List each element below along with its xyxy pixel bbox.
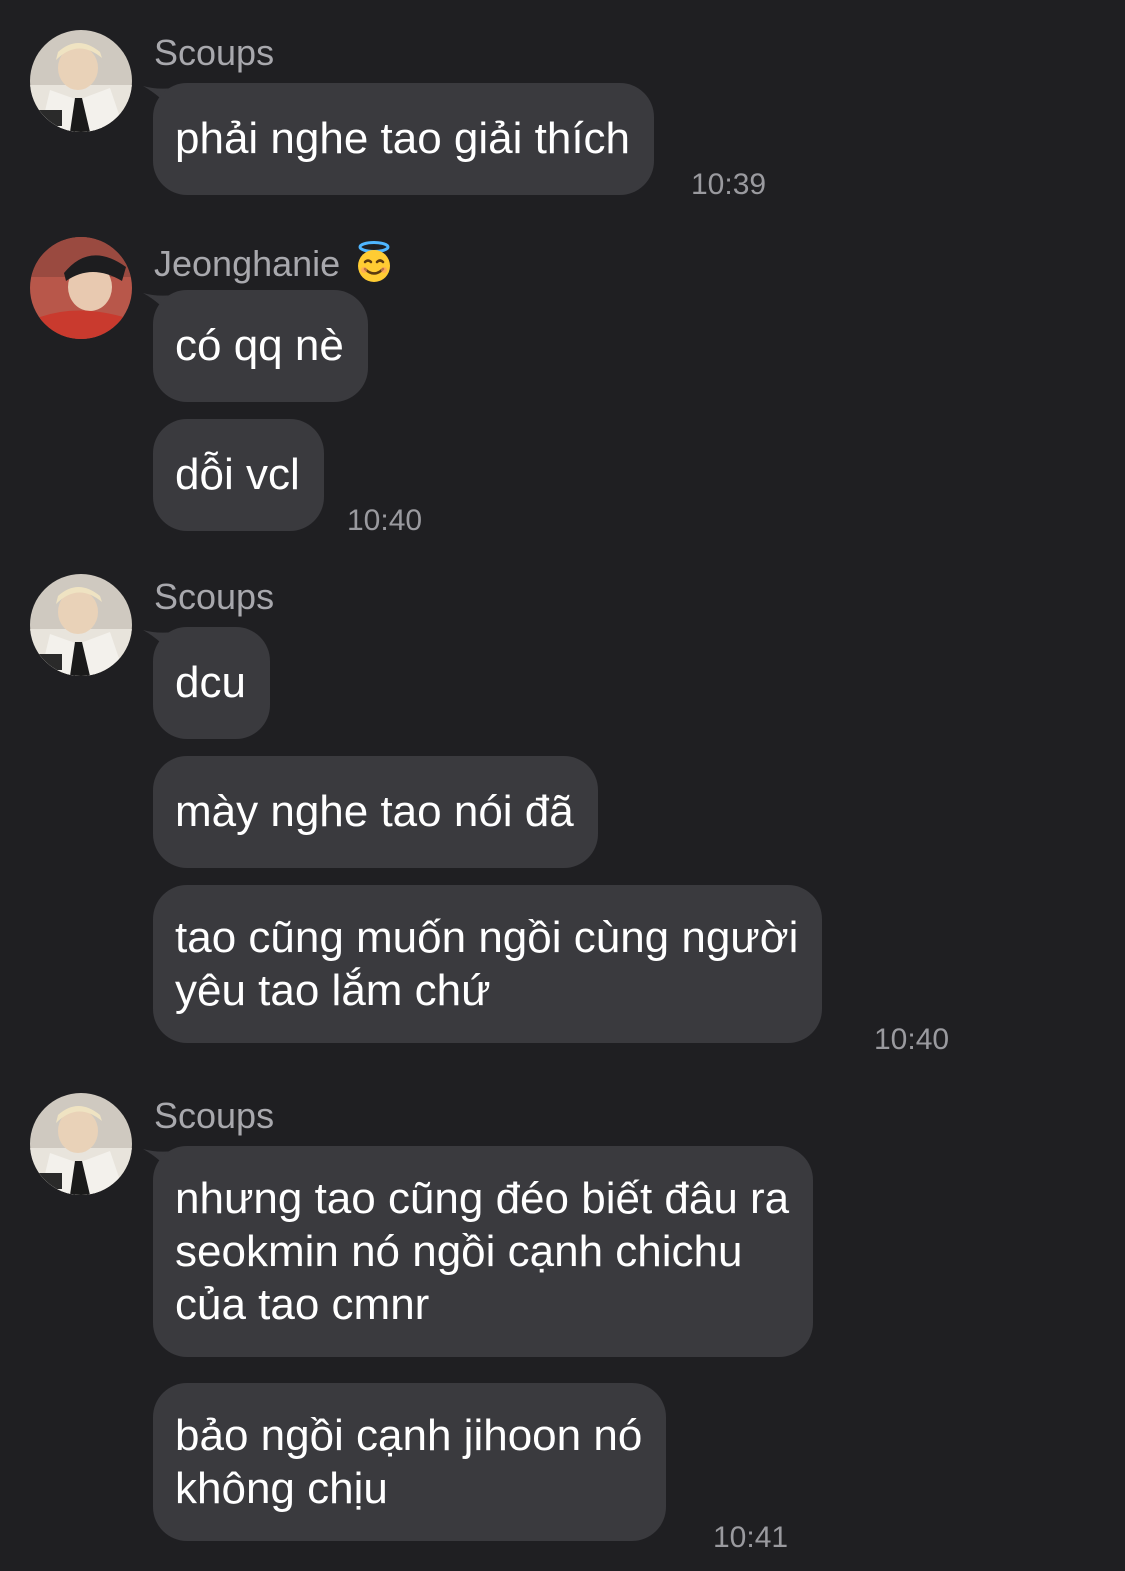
- message-bubble[interactable]: dỗi vcl: [153, 419, 324, 531]
- message-bubble[interactable]: dcu: [153, 627, 270, 739]
- sender-name: Scoups: [154, 32, 275, 73]
- message-bubble[interactable]: mày nghe tao nói đã: [153, 756, 598, 868]
- sender-name: Scoups: [154, 576, 275, 617]
- sender-name: Scoups: [154, 1095, 275, 1136]
- smiling-face-with-halo-icon: [352, 240, 396, 292]
- sender-name-text: Jeonghanie: [154, 243, 341, 284]
- avatar-jeonghanie[interactable]: [30, 237, 132, 339]
- message-bubble[interactable]: phải nghe tao giải thích: [153, 83, 655, 195]
- avatar-scoups[interactable]: [30, 574, 132, 676]
- timestamp: 10:41: [713, 1521, 789, 1554]
- avatar-scoups[interactable]: [30, 1093, 132, 1195]
- message-bubble[interactable]: có qq nè: [153, 290, 368, 402]
- message-bubble[interactable]: bảo ngồi cạnh jihoon nó không chịu: [153, 1383, 667, 1541]
- timestamp: 10:40: [874, 1023, 950, 1056]
- avatar-scoups[interactable]: [30, 30, 132, 132]
- timestamp: 10:39: [691, 168, 767, 201]
- message-bubble[interactable]: tao cũng muốn ngồi cùng người yêu tao lắ…: [153, 885, 823, 1043]
- sender-name: Jeonghanie: [154, 240, 396, 292]
- message-bubble[interactable]: nhưng tao cũng đéo biết đâu ra seokmin n…: [153, 1146, 814, 1357]
- timestamp: 10:40: [347, 504, 423, 537]
